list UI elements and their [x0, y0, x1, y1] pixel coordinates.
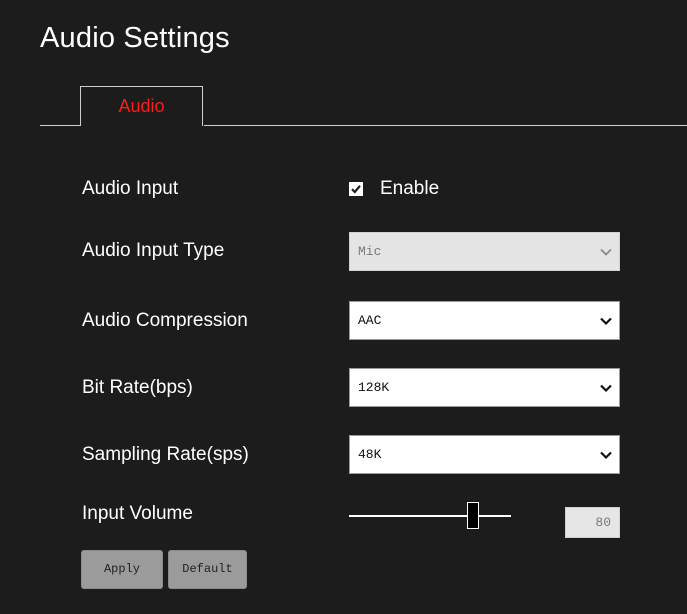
enable-label: Enable — [380, 178, 440, 199]
audio-input-type-select: Mic — [349, 232, 620, 271]
audio-input-type-value: Mic — [358, 244, 382, 259]
bit-rate-select[interactable]: 128K — [349, 368, 620, 407]
audio-compression-label: Audio Compression — [82, 310, 248, 331]
tab-divider — [40, 125, 81, 126]
bit-rate-value: 128K — [358, 380, 390, 395]
page-title: Audio Settings — [40, 22, 230, 54]
audio-settings-panel: Audio Settings Audio Audio Input Enable … — [0, 0, 687, 614]
volume-slider-track[interactable] — [349, 515, 511, 517]
apply-button[interactable]: Apply — [81, 550, 163, 589]
chevron-down-icon — [600, 248, 612, 256]
bit-rate-label: Bit Rate(bps) — [82, 377, 193, 398]
audio-input-label: Audio Input — [82, 178, 179, 199]
audio-input-type-label: Audio Input Type — [82, 240, 225, 261]
tab-audio[interactable]: Audio — [80, 86, 203, 126]
chevron-down-icon — [600, 451, 612, 460]
volume-slider-thumb[interactable] — [467, 502, 479, 529]
default-button[interactable]: Default — [168, 550, 247, 589]
sampling-rate-label: Sampling Rate(sps) — [82, 444, 249, 465]
sampling-rate-select[interactable]: 48K — [349, 435, 620, 474]
chevron-down-icon — [600, 317, 612, 326]
sampling-rate-value: 48K — [358, 447, 382, 462]
audio-compression-select[interactable]: AAC — [349, 301, 620, 340]
tab-divider — [204, 125, 687, 126]
check-icon — [351, 185, 361, 194]
input-volume-label: Input Volume — [82, 503, 193, 524]
chevron-down-icon — [600, 384, 612, 393]
audio-compression-value: AAC — [358, 313, 382, 328]
audio-input-checkbox[interactable] — [349, 182, 363, 196]
volume-value-field: 80 — [565, 507, 620, 538]
